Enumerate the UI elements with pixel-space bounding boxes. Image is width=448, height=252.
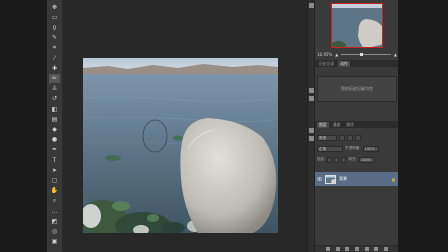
delete-layer-icon[interactable] [384,247,389,251]
tab-actions[interactable]: 动作 [338,60,350,67]
lock-position-icon[interactable] [341,156,347,163]
layers-tabs: 图层 通道 路径 [315,121,399,128]
crop-tool-icon[interactable]: ⌗ [49,44,60,53]
tab-layers[interactable]: 图层 [317,121,329,128]
layer-row-background[interactable]: 背景 🔒 [315,172,399,186]
lake-rock-photo [83,58,278,233]
brush-tool-icon[interactable]: ✏ [49,74,60,84]
lock-pixels-icon[interactable] [334,156,340,163]
blend-row: 正常 不透明度: 100% [317,145,379,152]
eyedropper-tool-icon[interactable]: ⁄ [49,54,60,63]
blend-mode-select[interactable]: 正常 [317,145,343,152]
layers-controls: 类型 正常 不透明度: 100% 锁定: 填充: 100% [315,131,399,177]
clone-stamp-tool-icon[interactable]: ♙ [49,85,60,94]
left-dark-region [0,0,47,252]
color-swatches-icon[interactable]: ◩ [49,217,60,226]
zoom-slider[interactable] [341,52,391,56]
quick-mask-icon[interactable]: ◎ [49,227,60,236]
far-right-region [398,0,448,252]
lock-row: 锁定: 填充: 100% [317,156,375,163]
zoom-value[interactable]: 16.95% [317,52,332,57]
gradient-tool-icon[interactable]: ▤ [49,115,60,124]
hand-tool-icon[interactable]: ✋ [49,187,60,196]
collapsed-panel-icons [307,0,314,252]
marquee-tool-icon[interactable]: ▭ [49,13,60,22]
filter-pixel-icon[interactable] [339,134,345,141]
move-tool-icon[interactable]: ✥ [49,3,60,12]
tools-panel: ✥ ▭ ϙ ✎ ⌗ ⁄ ✚ ✏ ♙ ↺ ◧ ▤ ◆ ● ✒ T ➤ ▢ ✋ ⌕… ◩ ◎ ▣ [47,0,63,252]
history-panel-body: 您的历史记录为空 [317,76,397,102]
new-group-icon[interactable] [364,247,369,251]
quick-select-tool-icon[interactable]: ✎ [49,34,60,43]
add-style-icon[interactable] [335,247,340,251]
opacity-field[interactable]: 100% [362,145,379,152]
pen-tool-icon[interactable]: ✒ [49,146,60,155]
path-select-tool-icon[interactable]: ➤ [49,166,60,175]
lock-transparent-icon[interactable] [327,156,333,163]
link-layers-icon[interactable] [325,247,330,251]
layer-kind-select[interactable]: 类型 [317,134,337,141]
dodge-tool-icon[interactable]: ● [49,136,60,145]
lock-label: 锁定: [317,157,326,161]
layers-bottom-bar [315,245,399,252]
zoom-slider-knob[interactable] [360,52,364,56]
filter-adjust-icon[interactable] [347,134,353,141]
eye-icon[interactable] [317,177,322,182]
tab-history[interactable]: 历史记录 [317,61,336,67]
eraser-tool-icon[interactable]: ◧ [49,105,60,114]
layer-name[interactable]: 背景 [339,176,388,182]
filter-type-icon[interactable] [355,134,361,141]
type-tool-icon[interactable]: T [49,156,60,165]
shape-tool-icon[interactable]: ▢ [49,176,60,185]
layer-filter-row: 类型 [317,134,361,141]
healing-brush-tool-icon[interactable]: ✚ [49,64,60,73]
tab-paths[interactable]: 路径 [344,122,356,128]
right-panel: 16.95% ▲ ▲ 历史记录 动作 您的历史记录为空 图层 通道 路径 类型 … [314,0,399,252]
zoom-tool-icon[interactable]: ⌕ [49,197,60,206]
layer-thumbnail [325,174,336,184]
zoom-in-icon[interactable]: ▲ [394,52,397,57]
history-brush-tool-icon[interactable]: ↺ [49,95,60,104]
history-actions-tabs: 历史记录 动作 [315,60,399,67]
new-adjustment-icon[interactable] [354,247,359,251]
navigator-zoom-row: 16.95% ▲ ▲ [317,51,397,57]
history-empty-text: 您的历史记录为空 [341,86,373,91]
navigator-preview [332,4,382,47]
tab-channels[interactable]: 通道 [331,122,343,128]
fill-field[interactable]: 100% [358,156,375,163]
more-tools-icon[interactable]: … [49,207,60,216]
lasso-tool-icon[interactable]: ϙ [49,23,60,32]
opacity-label: 不透明度: [345,146,361,150]
fill-label: 填充: [348,157,357,161]
add-mask-icon[interactable] [345,247,350,251]
screen-mode-icon[interactable]: ▣ [49,238,60,247]
zoom-out-icon[interactable]: ▲ [335,52,338,57]
navigator-thumbnail[interactable] [331,3,383,48]
document-photo[interactable] [83,58,278,233]
blur-tool-icon[interactable]: ◆ [49,125,60,134]
new-layer-icon[interactable] [374,247,379,251]
